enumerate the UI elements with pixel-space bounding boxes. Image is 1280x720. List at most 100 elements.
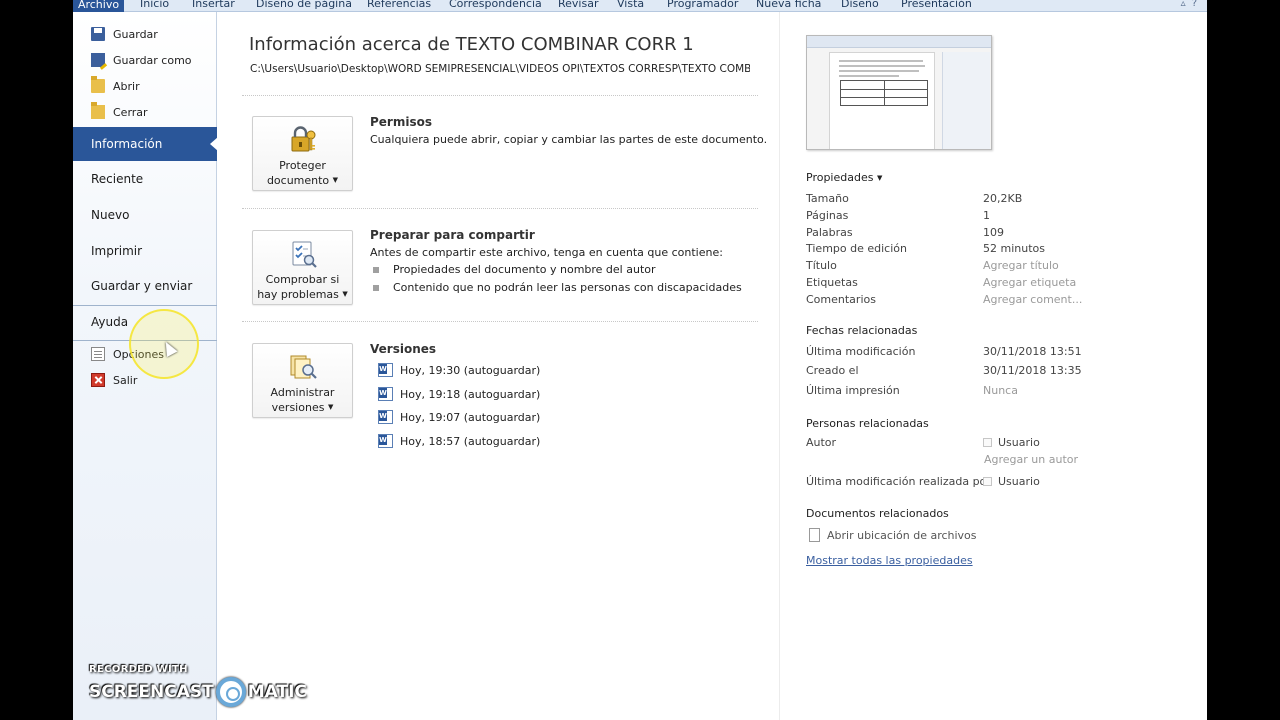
version-item[interactable]: Hoy, 18:57 (autoguardar) bbox=[378, 434, 540, 448]
tab-presentacion[interactable]: Presentación bbox=[901, 0, 972, 10]
tab-archivo[interactable]: Archivo bbox=[73, 0, 124, 12]
check-issues-button[interactable]: Comprobar si hay problemas ▼ bbox=[252, 230, 353, 305]
prop-value: 1 bbox=[983, 209, 990, 222]
versions-icon bbox=[290, 355, 317, 379]
menu-guardar-como[interactable]: Guardar como bbox=[91, 50, 192, 70]
open-folder-icon bbox=[91, 76, 105, 93]
version-item-label: Hoy, 19:30 (autoguardar) bbox=[400, 363, 541, 377]
manage-versions-button[interactable]: Administrar versiones ▼ bbox=[252, 343, 353, 418]
tab-correspondencia[interactable]: Correspondencia bbox=[449, 0, 542, 10]
versions-button-label-1: Administrar bbox=[270, 386, 335, 399]
menu-abrir-label: Abrir bbox=[113, 79, 140, 93]
divider bbox=[242, 321, 758, 322]
menu-reciente[interactable]: Reciente bbox=[73, 162, 217, 196]
tab-diseno[interactable]: Diseño bbox=[841, 0, 879, 10]
version-item[interactable]: Hoy, 19:07 (autoguardar) bbox=[378, 410, 540, 424]
prop-value: 109 bbox=[983, 226, 1004, 239]
page-title: Información acerca de TEXTO COMBINAR COR… bbox=[249, 34, 694, 55]
bullet-icon bbox=[373, 284, 379, 291]
prop-value: 30/11/2018 13:35 bbox=[983, 364, 1082, 377]
dropdown-arrow-icon: ▼ bbox=[342, 290, 348, 298]
prepare-bullet-text: Contenido que no podrán leer las persona… bbox=[393, 281, 742, 294]
document-preview-thumbnail[interactable] bbox=[806, 35, 992, 150]
show-all-properties-link[interactable]: Mostrar todas las propiedades bbox=[806, 554, 973, 567]
check-document-icon bbox=[292, 241, 317, 268]
protect-document-button[interactable]: Proteger documento ▼ bbox=[252, 116, 353, 191]
document-icon bbox=[809, 528, 820, 542]
comments-field[interactable]: Agregar coment... bbox=[983, 293, 1082, 306]
prepare-bullet: Contenido que no podrán leer las persona… bbox=[373, 281, 742, 294]
last-modified-by-entry[interactable]: Usuario bbox=[983, 475, 1040, 488]
prop-label: Etiquetas bbox=[806, 276, 858, 289]
prop-label: Páginas bbox=[806, 209, 849, 222]
file-path: C:\Users\Usuario\Desktop\WORD SEMIPRESEN… bbox=[250, 63, 750, 75]
menu-salir-label: Salir bbox=[113, 373, 138, 387]
dropdown-arrow-icon: ▼ bbox=[332, 176, 339, 184]
save-icon bbox=[91, 27, 105, 41]
tab-vista[interactable]: Vista bbox=[617, 0, 644, 10]
prepare-text: Antes de compartir este archivo, tenga e… bbox=[370, 246, 723, 259]
open-file-location-label: Abrir ubicación de archivos bbox=[827, 528, 977, 542]
divider bbox=[242, 95, 758, 96]
checkbox[interactable] bbox=[983, 438, 992, 447]
related-docs-heading: Documentos relacionados bbox=[806, 507, 949, 520]
menu-guardar-label: Guardar bbox=[113, 27, 158, 41]
versions-button-label-2: versiones bbox=[271, 401, 325, 414]
help-icon[interactable]: ? bbox=[1192, 0, 1203, 9]
tab-insertar[interactable]: Insertar bbox=[192, 0, 235, 10]
tab-revisar[interactable]: Revisar bbox=[558, 0, 598, 10]
prop-label: Título bbox=[806, 259, 837, 272]
screencast-watermark: RECORDED WITH SCREENCAST MATIC bbox=[89, 664, 307, 707]
last-modified-by-name: Usuario bbox=[998, 475, 1040, 488]
prop-label: Última impresión bbox=[806, 384, 900, 397]
menu-abrir[interactable]: Abrir bbox=[91, 76, 140, 96]
add-author-field[interactable]: Agregar un autor bbox=[984, 453, 1078, 466]
divider bbox=[242, 208, 758, 209]
title-field[interactable]: Agregar título bbox=[983, 259, 1059, 272]
version-item-label: Hoy, 18:57 (autoguardar) bbox=[400, 434, 541, 448]
tab-nueva-ficha[interactable]: Nueva ficha bbox=[756, 0, 821, 10]
minimize-ribbon-icon[interactable]: ▵ bbox=[1181, 0, 1192, 9]
dates-heading: Fechas relacionadas bbox=[806, 324, 918, 337]
tab-referencias[interactable]: Referencias bbox=[367, 0, 431, 10]
menu-salir[interactable]: Salir bbox=[91, 370, 137, 390]
version-item-label: Hoy, 19:07 (autoguardar) bbox=[400, 410, 541, 424]
dropdown-arrow-icon: ▼ bbox=[876, 174, 883, 182]
word-backstage-window: Archivo Inicio Insertar Diseño de página… bbox=[73, 0, 1207, 720]
open-file-location-link[interactable]: Abrir ubicación de archivos bbox=[809, 528, 977, 542]
version-item[interactable]: Hoy, 19:18 (autoguardar) bbox=[378, 387, 540, 401]
people-heading: Personas relacionadas bbox=[806, 417, 929, 430]
menu-nuevo[interactable]: Nuevo bbox=[73, 198, 217, 232]
tab-inicio[interactable]: Inicio bbox=[140, 0, 169, 10]
word-document-icon bbox=[378, 387, 393, 401]
tab-diseno-pagina[interactable]: Diseño de página bbox=[256, 0, 352, 10]
version-item-label: Hoy, 19:18 (autoguardar) bbox=[400, 387, 541, 401]
watermark-brand-b: MATIC bbox=[247, 682, 307, 702]
dropdown-arrow-icon: ▼ bbox=[327, 403, 334, 411]
author-entry[interactable]: Usuario bbox=[983, 436, 1040, 449]
prop-value: 20,2KB bbox=[983, 192, 1023, 205]
menu-cerrar[interactable]: Cerrar bbox=[91, 102, 148, 122]
prop-label: Creado el bbox=[806, 364, 859, 377]
checkbox[interactable] bbox=[983, 477, 992, 486]
menu-imprimir[interactable]: Imprimir bbox=[73, 234, 217, 268]
menu-guardar[interactable]: Guardar bbox=[91, 24, 158, 44]
author-name: Usuario bbox=[998, 436, 1040, 449]
permissions-text: Cualquiera puede abrir, copiar y cambiar… bbox=[370, 133, 768, 146]
tab-programador[interactable]: Programador bbox=[667, 0, 738, 10]
check-button-label-2: hay problemas bbox=[257, 288, 339, 301]
version-item[interactable]: Hoy, 19:30 (autoguardar) bbox=[378, 363, 540, 377]
protect-button-label-1: Proteger bbox=[279, 159, 326, 172]
tags-field[interactable]: Agregar etiqueta bbox=[983, 276, 1076, 289]
screencast-logo-icon bbox=[215, 677, 246, 707]
menu-guardar-enviar[interactable]: Guardar y enviar bbox=[73, 269, 217, 303]
permissions-heading: Permisos bbox=[370, 115, 432, 129]
save-as-icon bbox=[91, 53, 105, 67]
word-document-icon bbox=[378, 410, 393, 424]
properties-heading[interactable]: Propiedades ▼ bbox=[806, 171, 882, 184]
exit-icon bbox=[91, 373, 105, 387]
menu-informacion[interactable]: Información bbox=[73, 127, 218, 161]
close-folder-icon bbox=[91, 102, 105, 119]
check-button-label-1: Comprobar si bbox=[265, 273, 340, 286]
menu-guardar-como-label: Guardar como bbox=[113, 53, 192, 67]
